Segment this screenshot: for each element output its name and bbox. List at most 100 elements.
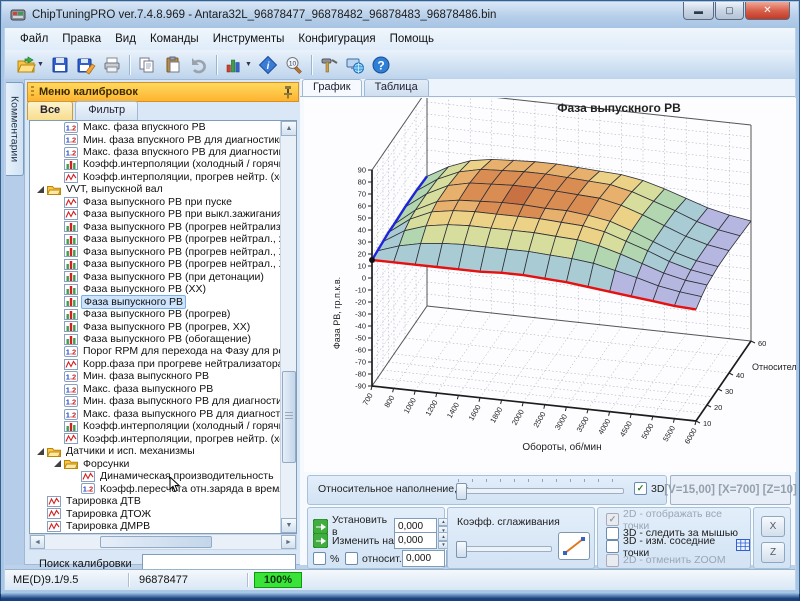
tab-table[interactable]: Таблица — [364, 79, 429, 96]
minimize-button[interactable]: ▬ — [683, 2, 714, 20]
menu-item-4[interactable]: Инструменты — [206, 30, 292, 48]
expander-icon[interactable] — [54, 460, 61, 467]
apply-change-button[interactable] — [313, 533, 328, 548]
tree-item[interactable]: Фаза выпускного РВ (прогрев нейтрал., хо… — [30, 233, 281, 245]
undo-button[interactable] — [186, 53, 212, 77]
paste-button[interactable] — [160, 53, 186, 77]
relative-value-input[interactable]: 0,000 — [402, 550, 445, 567]
scroll-down-icon[interactable]: ▼ — [281, 518, 297, 533]
interpolate-button[interactable] — [558, 532, 590, 560]
tree-item[interactable]: Корр.фаза при прогреве нейтрализатора — [30, 358, 281, 370]
scroll-up-icon[interactable]: ▲ — [281, 121, 297, 136]
tab-filter[interactable]: Фильтр — [75, 101, 138, 120]
tree-item[interactable]: Коэфф.интерполяции, прогрев нейтр. (холо… — [30, 433, 281, 445]
scroll-right-icon[interactable]: ► — [281, 535, 296, 549]
change-value-input[interactable]: 0,000 — [394, 532, 437, 549]
scroll-left-icon[interactable]: ◄ — [30, 535, 45, 549]
tree-item[interactable]: 1.2Макс. фаза впускного РВ для диагности… — [30, 146, 281, 158]
title-bar[interactable]: ChipTuningPRO ver.7.4.8.969 - Antara32L_… — [2, 2, 798, 28]
tree-item[interactable]: Коэфф.интерполяции, прогрев нейтр. (холо… — [30, 171, 281, 183]
menu-item-0[interactable]: Файл — [13, 30, 55, 48]
help-button[interactable]: ? — [368, 53, 394, 77]
tab-chart[interactable]: График — [302, 79, 362, 96]
z-axis-button[interactable]: Z — [761, 542, 785, 563]
calibration-panel-header[interactable]: Меню калибровок — [27, 82, 299, 102]
tree-item[interactable]: Тарировка ДТОЖ — [30, 508, 281, 520]
tree-item[interactable]: Фаза выпускного РВ (прогрев, XX) — [30, 321, 281, 333]
checkbox-percent[interactable] — [313, 552, 326, 565]
expander-icon[interactable] — [37, 186, 44, 193]
scrollbar-thumb[interactable] — [100, 536, 212, 548]
tree-item[interactable]: Коэфф.интерполяции (холодный / горячий ) — [30, 420, 281, 432]
tree-item[interactable]: 1.2Макс. фаза впускного РВ — [30, 121, 281, 133]
tree-vertical-scrollbar[interactable]: ▲ ▼ — [280, 121, 296, 533]
checkbox[interactable] — [606, 527, 619, 540]
tree-folder[interactable]: Форсунки — [30, 458, 281, 470]
zoom-percent-button[interactable]: 10 — [281, 53, 307, 77]
tree-horizontal-scrollbar[interactable]: ◄ ► — [29, 534, 297, 550]
menu-item-2[interactable]: Вид — [108, 30, 143, 48]
tree-item[interactable]: Динамическая производительность — [30, 470, 281, 482]
checkbox[interactable] — [606, 554, 619, 567]
menu-item-5[interactable]: Конфигурация — [291, 30, 382, 48]
checkbox-relative[interactable] — [345, 552, 358, 565]
tree-item[interactable]: 1.2Мин. фаза выпускного РВ для диагности… — [30, 395, 281, 407]
pin-icon[interactable] — [282, 85, 294, 99]
tree-item[interactable]: 1.2Коэфф.пересчета отн.заряда в время вп… — [30, 483, 281, 495]
tree-item[interactable]: Тарировка ДМРВ — [30, 520, 281, 532]
tree-item[interactable]: Фаза выпускного РВ (прогрев нейтрализато… — [30, 221, 281, 233]
open-file-button[interactable] — [13, 53, 39, 77]
tree-item[interactable]: Фаза выпускного РВ (обогащение) — [30, 333, 281, 345]
smoothing-slider[interactable] — [456, 540, 552, 556]
tree-item[interactable]: Фаза выпускного РВ (прогрев нейтрал., XX… — [30, 246, 281, 258]
checkbox[interactable] — [606, 513, 619, 526]
view-option-0[interactable]: 2D - отображать все точки — [606, 513, 750, 526]
tree-item[interactable]: Фаза выпускного РВ при выкл.зажигания — [30, 208, 281, 220]
comments-tab[interactable]: Комментарии — [6, 82, 24, 176]
tree-folder[interactable]: VVT, выпускной вал — [30, 183, 281, 195]
slider-thumb[interactable] — [456, 483, 467, 500]
close-button[interactable]: ✕ — [745, 2, 790, 20]
print-button[interactable] — [99, 53, 125, 77]
view-option-3[interactable]: 2D - отменить ZOOM — [606, 554, 726, 567]
save-file-as-button[interactable] — [73, 53, 99, 77]
network-button[interactable] — [342, 53, 368, 77]
expander-icon[interactable] — [37, 448, 44, 455]
tree-item[interactable]: 1.2Мин. фаза впускного РВ для диагностик… — [30, 133, 281, 145]
tree-item[interactable]: Коэфф.интерполяции (холодный / горячий ) — [30, 158, 281, 170]
scrollbar-thumb[interactable] — [282, 371, 296, 463]
menu-item-6[interactable]: Помощь — [383, 30, 441, 48]
tab-all[interactable]: Все — [27, 101, 73, 120]
tree-item[interactable]: Фаза выпускного РВ — [30, 296, 281, 308]
tree-item[interactable]: Фаза выпускного РВ (прогрев) — [30, 308, 281, 320]
tree-item[interactable]: Фаза выпускного РВ (прогрев нейтрал., XX… — [30, 258, 281, 270]
tools-button[interactable] — [316, 53, 342, 77]
tree-folder[interactable]: Датчики и исп. механизмы — [30, 445, 281, 457]
save-file-button[interactable] — [47, 53, 73, 77]
tree-item[interactable]: Фаза выпускного РВ (XX) — [30, 283, 281, 295]
menu-item-1[interactable]: Правка — [55, 30, 108, 48]
tree-item[interactable]: Фаза выпускного РВ (при детонации) — [30, 271, 281, 283]
copy-button[interactable] — [134, 53, 160, 77]
grid-icon[interactable] — [736, 538, 750, 556]
tree-item[interactable]: 1.2Макс. фаза выпускного РВ для диагност… — [30, 408, 281, 420]
surface-chart[interactable]: 9080706050403020100-10-20-30-40-50-60-70… — [304, 98, 796, 472]
compare-maps-button[interactable] — [221, 53, 247, 77]
open-file-dropdown-icon[interactable]: ▼ — [37, 61, 44, 68]
maximize-button[interactable]: ▢ — [715, 2, 744, 20]
tree-item[interactable]: 1.2Макс. фаза выпускного РВ — [30, 383, 281, 395]
tree-item[interactable]: Фаза выпускного РВ при пуске — [30, 196, 281, 208]
compare-maps-dropdown-icon[interactable]: ▼ — [245, 61, 252, 68]
menu-item-3[interactable]: Команды — [143, 30, 206, 48]
tree-item[interactable]: 1.2Мин. фаза выпускного РВ — [30, 370, 281, 382]
tree-item[interactable]: 1.2Порог RPM для перехода на Фазу для ре… — [30, 345, 281, 357]
view-option-2[interactable]: 3D - изм. соседние точки — [606, 540, 750, 553]
checkbox-3d[interactable] — [634, 482, 647, 495]
load-slider[interactable] — [456, 482, 624, 498]
checkbox[interactable] — [606, 540, 619, 553]
drag-grip[interactable] — [31, 86, 34, 98]
slider-thumb[interactable] — [456, 541, 467, 558]
x-axis-button[interactable]: X — [761, 516, 785, 537]
tree-item[interactable]: Тарировка ДТВ — [30, 495, 281, 507]
info-button[interactable]: i — [255, 53, 281, 77]
